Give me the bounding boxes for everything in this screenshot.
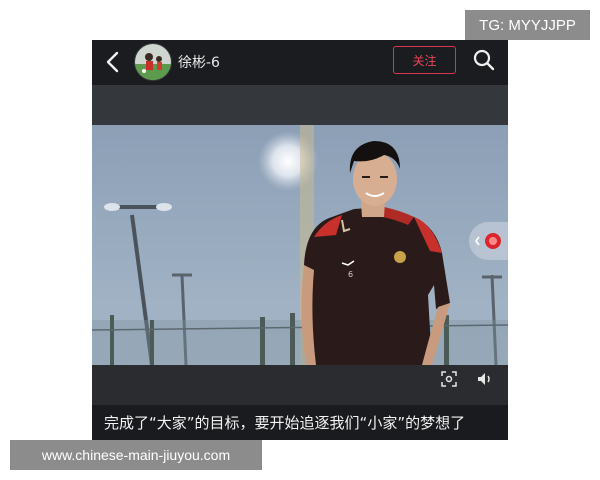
video-top-letterbox (92, 85, 508, 125)
side-tab[interactable] (469, 222, 508, 260)
jersey-number: 6 (348, 270, 353, 279)
video-app-screen: 徐彬-6 关注 6 完成了“大家”的目标，要开始追逐我们“小家”的梦想了 (92, 40, 508, 440)
search-icon[interactable] (472, 48, 496, 72)
follow-button[interactable]: 关注 (393, 46, 456, 74)
back-arrow-icon[interactable] (102, 49, 126, 75)
watermark-site: www.chinese-main-jiuyou.com (10, 440, 262, 470)
watermark-tg: TG: MYYJJPP (465, 10, 590, 40)
username[interactable]: 徐彬-6 (178, 52, 220, 72)
volume-icon[interactable] (476, 370, 494, 388)
video-player[interactable]: 6 (92, 125, 508, 405)
screen-capture-icon[interactable] (440, 370, 458, 388)
video-frame: 6 (92, 125, 508, 405)
video-caption: 完成了“大家”的目标，要开始追逐我们“小家”的梦想了 (92, 405, 508, 440)
top-bar: 徐彬-6 关注 (92, 40, 508, 85)
avatar[interactable] (134, 43, 172, 81)
video-bottom-bar (92, 365, 508, 405)
